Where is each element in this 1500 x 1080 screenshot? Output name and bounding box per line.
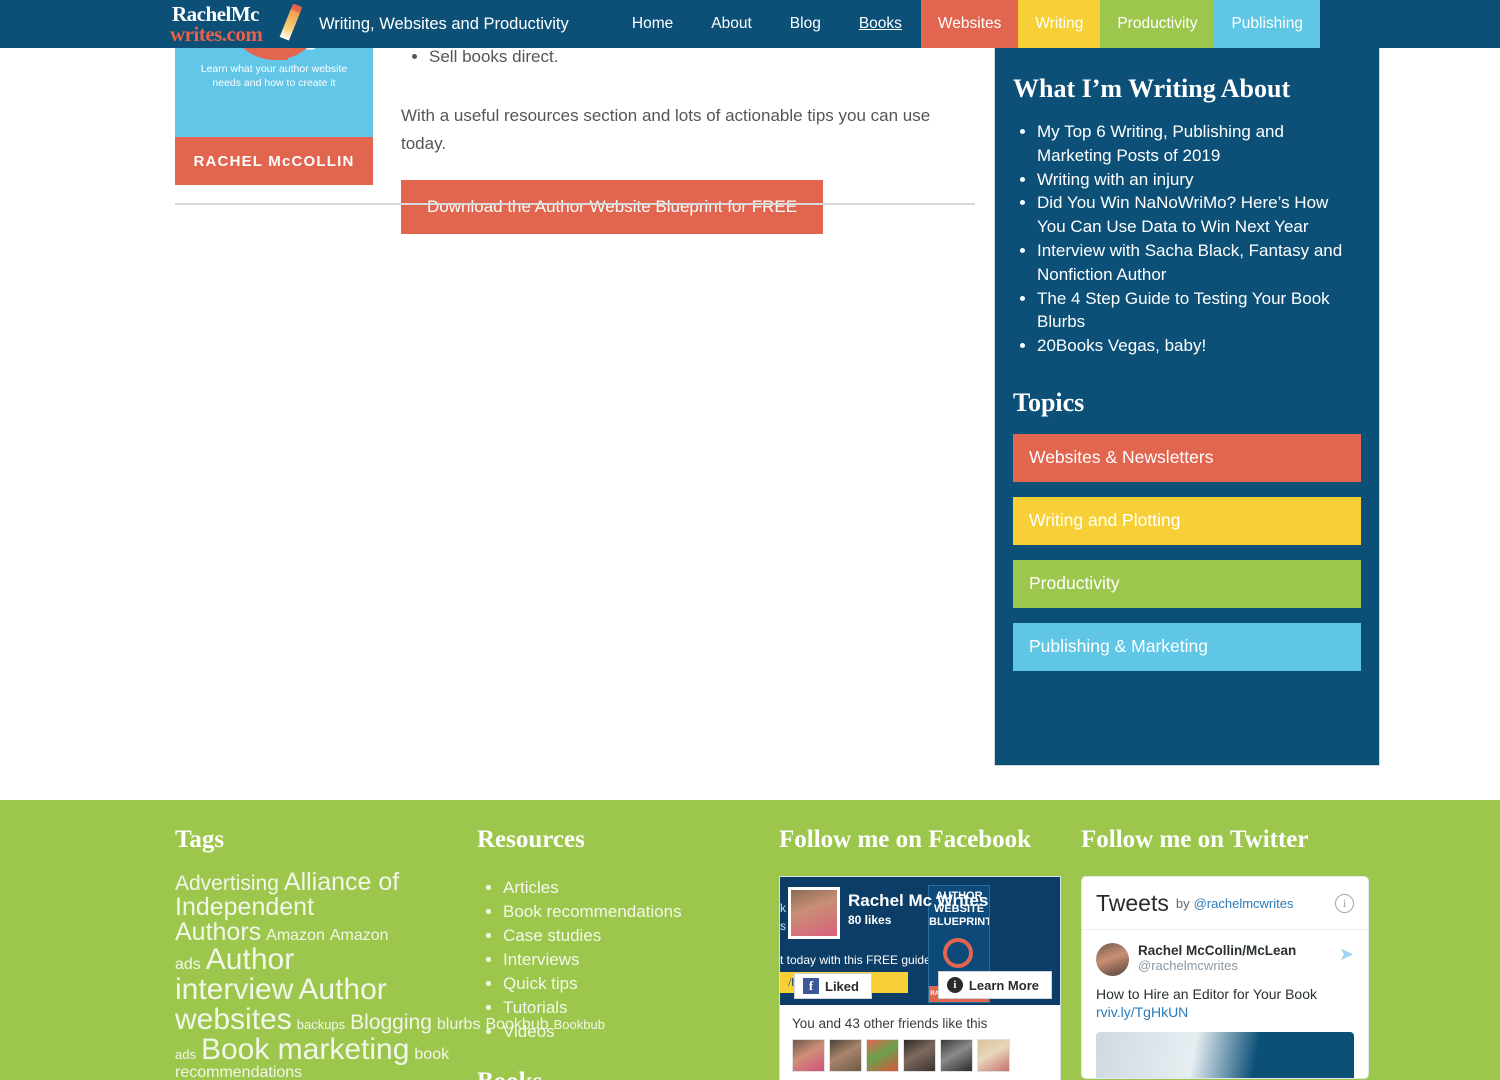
tag-cloud: Advertising Alliance of Independent Autho… bbox=[175, 870, 605, 1080]
topic-productivity[interactable]: Productivity bbox=[1013, 559, 1361, 608]
primary-navigation: Home About Blog Books Websites Writing P… bbox=[613, 0, 1320, 48]
list-item[interactable]: Videos bbox=[503, 1020, 755, 1044]
facebook-liked-label: Liked bbox=[825, 978, 859, 994]
tag-link[interactable]: blurbs bbox=[437, 1016, 481, 1033]
tags-title: Tags bbox=[175, 826, 225, 853]
list-item[interactable]: Did You Win NaNoWriMo? Here’s How You Ca… bbox=[1037, 191, 1361, 239]
avatar bbox=[903, 1039, 936, 1072]
topic-writing-plotting[interactable]: Writing and Plotting bbox=[1013, 496, 1361, 545]
tweet-link[interactable]: rviv.ly/TgHkUN bbox=[1096, 1004, 1354, 1020]
nav-item-writing[interactable]: Writing bbox=[1018, 0, 1101, 48]
topics-title: Topics bbox=[1013, 387, 1085, 417]
nav-item-blog[interactable]: Blog bbox=[771, 0, 840, 48]
list-item[interactable]: Case studies bbox=[503, 924, 755, 948]
facebook-icon: f bbox=[803, 978, 819, 994]
list-item[interactable]: Tutorials bbox=[503, 996, 755, 1020]
avatar bbox=[866, 1039, 899, 1072]
avatar bbox=[940, 1039, 973, 1072]
tweet-media-image[interactable] bbox=[1096, 1032, 1354, 1078]
facebook-friend-avatars bbox=[792, 1039, 1048, 1072]
list-item[interactable]: The 4 Step Guide to Testing Your Book Bl… bbox=[1037, 287, 1361, 335]
avatar bbox=[788, 887, 840, 939]
nav-item-about[interactable]: About bbox=[692, 0, 771, 48]
twitter-bird-icon: ➤ bbox=[1338, 944, 1354, 964]
tag-link[interactable]: Book marketing bbox=[201, 1033, 409, 1066]
list-item[interactable]: Writing with an injury bbox=[1037, 168, 1361, 192]
facebook-learn-more-label: Learn More bbox=[968, 977, 1039, 993]
book-cover-subtitle: Learn what your author website needs and… bbox=[200, 63, 348, 89]
list-item[interactable]: Interviews bbox=[503, 948, 755, 972]
nav-item-publishing[interactable]: Publishing bbox=[1214, 0, 1320, 48]
tweet-text: How to Hire an Editor for Your Book bbox=[1096, 986, 1318, 1002]
info-icon[interactable]: i bbox=[1335, 894, 1354, 913]
twitter-title: Follow me on Twitter bbox=[1081, 826, 1309, 853]
avatar bbox=[977, 1039, 1010, 1072]
footer-column-facebook: Follow me on Facebook k hands te t today… bbox=[779, 800, 1081, 1080]
nav-item-home[interactable]: Home bbox=[613, 0, 692, 48]
nav-item-websites[interactable]: Websites bbox=[920, 0, 1019, 48]
list-item[interactable]: Interview with Sacha Black, Fantasy and … bbox=[1037, 239, 1361, 287]
facebook-cover-subtext: t today with this FREE guide. bbox=[780, 953, 935, 967]
list-item[interactable]: 20Books Vegas, baby! bbox=[1037, 334, 1361, 358]
facebook-liked-button[interactable]: f Liked bbox=[794, 973, 872, 999]
footer-column-twitter: Follow me on Twitter Tweets by @rachelmc… bbox=[1081, 800, 1383, 1080]
topic-publishing-marketing[interactable]: Publishing & Marketing bbox=[1013, 622, 1361, 671]
download-blueprint-button[interactable]: Download the Author Website Blueprint fo… bbox=[401, 180, 824, 234]
twitter-header-title: Tweets bbox=[1096, 890, 1169, 916]
facebook-page-widget[interactable]: k hands te t today with this FREE guide.… bbox=[779, 876, 1061, 1080]
footer-column-tags: Tags Advertising Alliance of Independent … bbox=[175, 800, 605, 1080]
tweet-item: ➤ Rachel McCollin/McLean @rachelmcwrites… bbox=[1082, 930, 1368, 1078]
site-logo[interactable]: RachelMc writes.com bbox=[168, 2, 303, 46]
facebook-cover-image: k hands te t today with this FREE guide.… bbox=[780, 877, 1060, 1005]
site-footer: Tags Advertising Alliance of Independent … bbox=[0, 800, 1500, 1080]
info-icon: i bbox=[946, 977, 963, 993]
twitter-widget-header: Tweets by @rachelmcwrites i bbox=[1082, 877, 1368, 930]
list-item[interactable]: Quick tips bbox=[503, 972, 755, 996]
avatar bbox=[792, 1039, 825, 1072]
twitter-timeline-widget[interactable]: Tweets by @rachelmcwrites i ➤ Rachel McC… bbox=[1081, 876, 1369, 1079]
avatar bbox=[1096, 943, 1129, 976]
recent-posts-list: My Top 6 Writing, Publishing and Marketi… bbox=[1013, 120, 1361, 358]
tag-link[interactable]: Advertising bbox=[175, 872, 279, 895]
resources-title: Resources bbox=[477, 826, 585, 853]
list-item[interactable]: Articles bbox=[503, 876, 755, 900]
avatar bbox=[829, 1039, 862, 1072]
book-cover-author-band: RACHEL McCOLLIN bbox=[175, 137, 373, 185]
footer-column-resources: Resources Articles Book recommendations … bbox=[477, 800, 779, 1080]
writing-about-title: What I’m Writing About bbox=[1013, 74, 1291, 103]
tag-link[interactable]: backups bbox=[297, 1017, 345, 1032]
brand[interactable]: RachelMc writes.com Writing, Websites an… bbox=[168, 0, 569, 48]
facebook-learn-more-button[interactable]: i Learn More bbox=[937, 971, 1052, 999]
main-content-area: Learn what your author website needs and… bbox=[0, 0, 1500, 800]
facebook-likes-count: 80 likes bbox=[848, 913, 892, 927]
logo-line-2: writes.com bbox=[170, 22, 263, 46]
tag-link[interactable]: Amazon bbox=[266, 927, 325, 944]
resources-list: Articles Book recommendations Case studi… bbox=[477, 876, 755, 1044]
nav-item-productivity[interactable]: Productivity bbox=[1100, 0, 1215, 48]
book-cover-author: RACHEL McCOLLIN bbox=[193, 152, 355, 170]
list-item[interactable]: My Top 6 Writing, Publishing and Marketi… bbox=[1037, 120, 1361, 168]
twitter-header-by: by bbox=[1175, 896, 1190, 911]
topic-websites-newsletters[interactable]: Websites & Newsletters bbox=[1013, 433, 1361, 482]
tweet-author-name: Rachel McCollin/McLean bbox=[1138, 943, 1297, 958]
site-header: RachelMc writes.com Writing, Websites an… bbox=[0, 0, 1500, 48]
sidebar: Search This Site Search What I’m Writing… bbox=[994, 0, 1380, 766]
twitter-header-handle[interactable]: @rachelmcwrites bbox=[1194, 896, 1294, 911]
post-divider bbox=[175, 203, 975, 205]
facebook-page-name: Rachel Mc Writes bbox=[848, 891, 989, 910]
list-item[interactable]: Book recommendations bbox=[503, 900, 755, 924]
logo-line-1: RachelMc bbox=[172, 2, 259, 26]
post-paragraph: With a useful resources section and lots… bbox=[401, 106, 931, 153]
tweet-author-handle: @rachelmcwrites bbox=[1138, 958, 1238, 973]
facebook-social-proof: You and 43 other friends like this bbox=[780, 1005, 1060, 1080]
tag-link[interactable]: Author interview bbox=[175, 943, 294, 1006]
books-title: Books bbox=[477, 1068, 755, 1080]
facebook-title: Follow me on Facebook bbox=[779, 826, 1032, 853]
pencil-icon bbox=[279, 3, 303, 41]
site-tagline: Writing, Websites and Productivity bbox=[319, 14, 569, 33]
globe-icon bbox=[943, 938, 973, 968]
nav-item-books[interactable]: Books bbox=[840, 0, 921, 48]
facebook-social-proof-text: You and 43 other friends like this bbox=[792, 1016, 988, 1031]
tag-link[interactable]: Blogging bbox=[350, 1011, 432, 1034]
